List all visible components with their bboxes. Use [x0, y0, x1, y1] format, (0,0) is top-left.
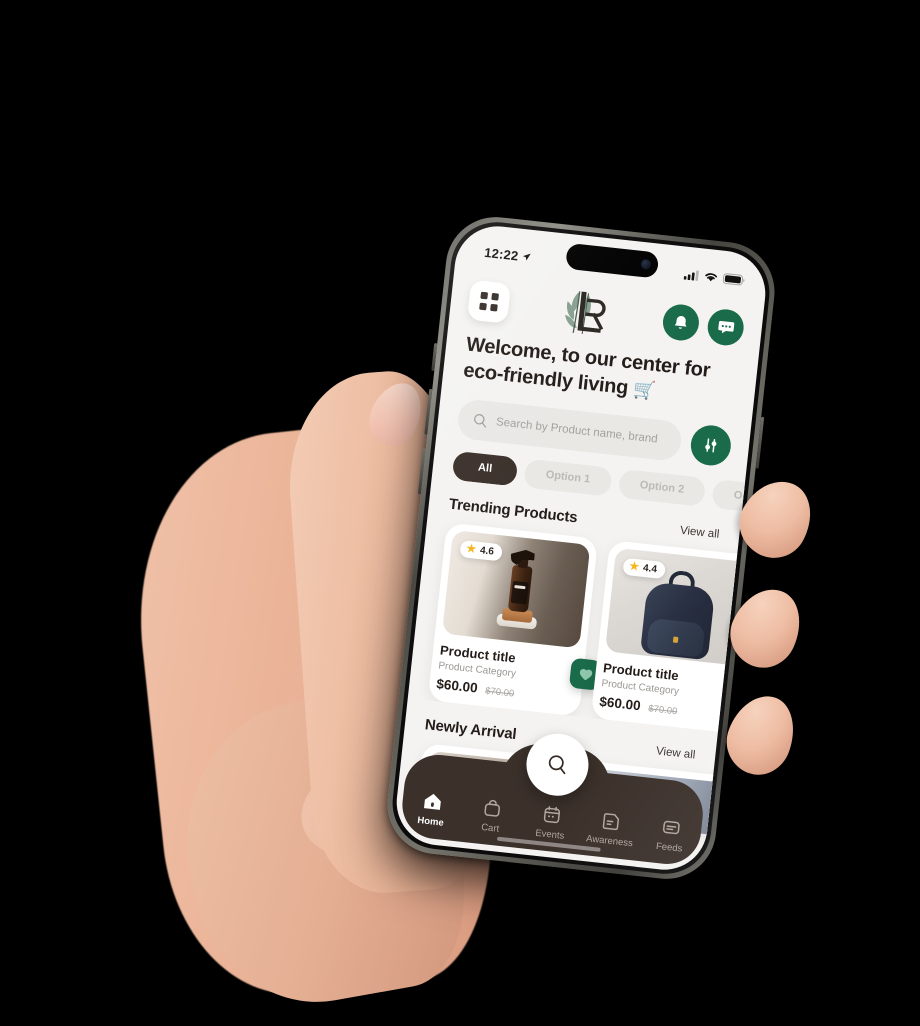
shopping-cart-emoji: 🛒	[632, 379, 657, 402]
grid-menu-icon[interactable]	[467, 279, 512, 324]
volume-down-button[interactable]	[417, 448, 426, 495]
phone-screen: 12:22 Welcome, to our center for eco-fri…	[392, 221, 770, 875]
nav-item-home[interactable]: Home	[400, 788, 464, 830]
product-price: $60.00	[435, 676, 479, 696]
bell-icon	[674, 315, 687, 329]
backpack-illustration	[636, 567, 721, 661]
messages-button[interactable]	[705, 307, 746, 348]
header-actions	[661, 302, 746, 348]
mute-switch[interactable]	[431, 342, 438, 372]
chip-option-3[interactable]: Option 3	[711, 478, 747, 511]
nav-item-events[interactable]: Events	[519, 801, 583, 843]
nav-label: Feeds	[655, 840, 683, 855]
status-bar-left: 12:22	[484, 244, 533, 264]
front-camera	[640, 258, 652, 270]
nav-item-feeds[interactable]: Feeds	[639, 814, 703, 856]
nav-item-awareness[interactable]: Awareness	[579, 808, 643, 850]
product-price: $60.00	[598, 693, 642, 714]
document-icon	[602, 813, 620, 831]
location-arrow-icon	[523, 253, 532, 261]
battery-icon	[722, 272, 745, 285]
rating-value: 4.6	[479, 544, 495, 558]
home-icon	[423, 793, 441, 810]
star-icon: ★	[628, 560, 640, 574]
rating-value: 4.4	[642, 562, 658, 576]
grid-menu-dots	[479, 291, 499, 312]
logo-lr-leaf-icon	[564, 291, 606, 334]
scene: 12:22 Welcome, to our center for eco-fri…	[0, 0, 920, 1026]
nav-label: Home	[416, 814, 445, 829]
nav-label: Events	[534, 827, 565, 842]
rating-badge: ★ 4.4	[622, 557, 666, 579]
power-button[interactable]	[755, 416, 765, 469]
phone-device: 12:22 Welcome, to our center for eco-fri…	[382, 212, 780, 884]
cellular-signal-icon	[683, 270, 699, 281]
bottom-nav-bar: Home Cart Events Awareness Feeds	[398, 730, 707, 868]
search-icon	[474, 413, 487, 428]
notifications-button[interactable]	[661, 302, 701, 343]
rating-badge: ★ 4.6	[459, 539, 503, 562]
feed-icon	[662, 820, 680, 835]
trending-products-list[interactable]: ★ 4.6 Product title Product Category $60…	[408, 510, 739, 732]
product-image: ★ 4.4	[605, 547, 739, 666]
phone-bezel: 12:22 Welcome, to our center for eco-fri…	[387, 217, 775, 879]
app-scroll-area[interactable]: 12:22 Welcome, to our center for eco-fri…	[392, 222, 769, 874]
hand-fingertip	[717, 686, 805, 784]
status-bar-right	[683, 268, 746, 286]
status-bar-time: 12:22	[483, 244, 520, 263]
chat-bubble-icon	[717, 320, 734, 334]
search-input[interactable]	[495, 415, 667, 447]
dynamic-island	[565, 242, 660, 279]
hand-fingernail	[361, 375, 431, 453]
filter-button[interactable]	[688, 423, 733, 468]
star-icon: ★	[465, 542, 477, 556]
app-logo	[549, 281, 617, 343]
product-old-price: $70.00	[647, 703, 678, 718]
bag-icon	[484, 799, 500, 817]
product-image: ★ 4.6	[441, 529, 591, 649]
phone-frame: 12:22 Welcome, to our center for eco-fri…	[382, 212, 780, 884]
calendar-icon	[543, 806, 561, 824]
search-icon	[548, 755, 566, 775]
wifi-icon	[705, 272, 718, 281]
product-old-price: $70.00	[484, 685, 515, 700]
heart-icon	[579, 668, 592, 680]
volume-up-button[interactable]	[424, 388, 433, 435]
filter-sliders-icon	[705, 438, 717, 453]
product-card[interactable]: ★ 4.6 Product title Product Category $60…	[427, 522, 602, 717]
product-card[interactable]: ★ 4.4 Product title Product Category $60…	[590, 539, 739, 732]
nav-item-cart[interactable]: Cart	[460, 795, 524, 837]
spray-bottle-illustration	[495, 548, 540, 630]
nav-label: Cart	[480, 821, 500, 835]
